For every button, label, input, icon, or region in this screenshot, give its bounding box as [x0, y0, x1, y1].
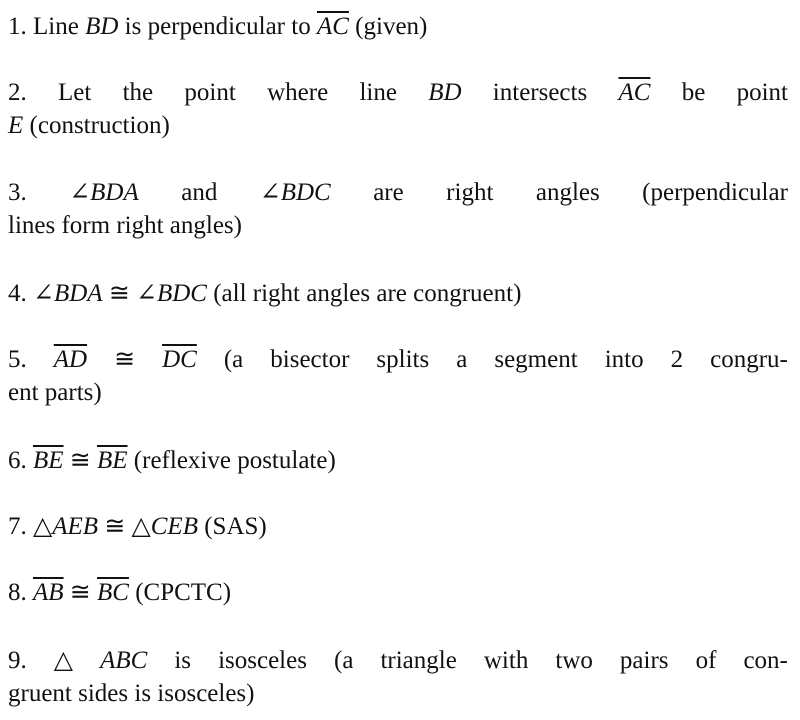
- text-segment: ≅: [114, 346, 136, 373]
- segment-overline: BC: [97, 579, 129, 606]
- text-segment: and: [181, 179, 218, 206]
- math-segment: BD: [428, 79, 462, 106]
- text-segment: (construction): [23, 112, 170, 139]
- segment-overline: DC: [162, 346, 197, 373]
- proof-step-6: 6. BE ≅ BE (reflexive postulate): [8, 444, 788, 477]
- proof-line: 1. Line BD is perpendicular to AC (given…: [8, 10, 788, 43]
- text-segment: (SAS): [197, 513, 267, 540]
- text-segment: 6.: [8, 447, 33, 474]
- segment-overline: AD: [53, 346, 88, 373]
- text-segment: intersects: [492, 79, 588, 106]
- text-segment: congru-: [710, 346, 788, 373]
- text-segment: 9.: [8, 647, 27, 674]
- text-segment: angles: [535, 179, 600, 206]
- text-segment: ≅: [63, 579, 97, 606]
- text-segment: ≅: [102, 280, 137, 307]
- text-segment: △: [53, 647, 74, 674]
- text-segment: bisector: [270, 346, 350, 373]
- text-segment: (CPCTC): [128, 579, 232, 606]
- text-segment: where: [267, 79, 329, 106]
- proof-step-2: 2. Let the point where line BD intersects AC be po…: [8, 76, 788, 142]
- text-segment: lines form right angles): [8, 212, 242, 239]
- text-segment: 2: [670, 346, 684, 373]
- proof-step-8: 8. AB ≅ BC (CPCTC): [8, 576, 788, 609]
- text-segment: ≅ △: [98, 513, 151, 540]
- proof-line: lines form right angles): [8, 209, 788, 242]
- text-segment: pairs: [619, 647, 669, 674]
- text-segment: is perpendicular to: [118, 13, 317, 40]
- proof-step-4: 4. ∠BDA ≅ ∠BDC (all right angles are con…: [8, 277, 788, 310]
- proof-line: 9. △ ABC is isosceles (a triangle with two pairs o…: [8, 644, 788, 677]
- math-segment: ∠BDA: [33, 280, 103, 307]
- text-segment: be: [681, 79, 706, 106]
- proof-line: 6. BE ≅ BE (reflexive postulate): [8, 444, 788, 477]
- text-segment: con-: [743, 647, 788, 674]
- math-segment: E: [8, 112, 24, 139]
- text-segment: 4.: [8, 280, 33, 307]
- text-segment: Let: [58, 79, 92, 106]
- text-segment: the: [122, 79, 154, 106]
- text-segment: 7. △: [8, 513, 53, 540]
- math-segment: ∠BDC: [136, 280, 207, 307]
- text-segment: point: [184, 79, 236, 106]
- math-segment: ∠BDA: [69, 179, 139, 206]
- proof-line: ent parts): [8, 376, 788, 409]
- proof-line: 3. ∠BDA and ∠BDC are right angles (perpendicula…: [8, 176, 788, 209]
- proof-step-7: 7. △AEB ≅ △CEB (SAS): [8, 510, 788, 543]
- text-segment: 5.: [8, 346, 27, 373]
- math-segment: BD: [85, 13, 119, 40]
- text-segment: right: [446, 179, 494, 206]
- text-segment: two: [555, 647, 593, 674]
- proof-step-3: 3. ∠BDA and ∠BDC are right angles (perpendicula…: [8, 176, 788, 242]
- segment-overline: BE: [33, 447, 64, 474]
- segment-overline: AC: [618, 79, 651, 106]
- text-segment: of: [695, 647, 717, 674]
- text-segment: into: [604, 346, 644, 373]
- text-segment: 3.: [8, 179, 27, 206]
- math-segment: ABC: [100, 647, 148, 674]
- proof-line: gruent sides is isosceles): [8, 677, 788, 710]
- proof-line: 7. △AEB ≅ △CEB (SAS): [8, 510, 788, 543]
- segment-overline: AB: [33, 579, 64, 606]
- math-segment: CEB: [150, 513, 198, 540]
- segment-overline: BE: [97, 447, 128, 474]
- proof-line: E (construction): [8, 109, 788, 142]
- text-segment: (given): [348, 13, 428, 40]
- text-segment: segment: [494, 346, 578, 373]
- text-segment: 2.: [8, 79, 27, 106]
- math-segment: ∠BDC: [259, 179, 331, 206]
- text-segment: isosceles: [218, 647, 307, 674]
- text-segment: splits: [376, 346, 430, 373]
- text-segment: triangle: [380, 647, 457, 674]
- text-segment: 8.: [8, 579, 33, 606]
- text-segment: ent parts): [8, 379, 102, 406]
- proof-line: 2. Let the point where line BD intersects AC be po…: [8, 76, 788, 109]
- text-segment: (all right angles are congruent): [206, 280, 522, 307]
- text-segment: with: [483, 647, 529, 674]
- text-segment: point: [736, 79, 788, 106]
- text-segment: a: [456, 346, 468, 373]
- proof-line: 8. AB ≅ BC (CPCTC): [8, 576, 788, 609]
- text-segment: gruent sides is isosceles): [8, 680, 255, 707]
- proof-step-9: 9. △ ABC is isosceles (a triangle with two pairs o…: [8, 644, 788, 710]
- text-segment: (perpendicular: [642, 179, 788, 206]
- text-segment: 1. Line: [8, 13, 86, 40]
- text-segment: ≅: [63, 447, 97, 474]
- text-segment: are: [373, 179, 404, 206]
- text-segment: is: [174, 647, 192, 674]
- proof-line: 5. AD ≅ DC (a bisector splits a segment into 2 cong…: [8, 343, 788, 376]
- proof-step-1: 1. Line BD is perpendicular to AC (given…: [8, 10, 788, 43]
- text-segment: (reflexive postulate): [127, 447, 336, 474]
- text-segment: (a: [334, 647, 354, 674]
- text-segment: (a: [223, 346, 244, 373]
- proof-step-5: 5. AD ≅ DC (a bisector splits a segment into 2 cong…: [8, 343, 788, 409]
- proof-line: 4. ∠BDA ≅ ∠BDC (all right angles are con…: [8, 277, 788, 310]
- math-segment: AEB: [52, 513, 99, 540]
- segment-overline: AC: [316, 13, 349, 40]
- text-segment: line: [359, 79, 397, 106]
